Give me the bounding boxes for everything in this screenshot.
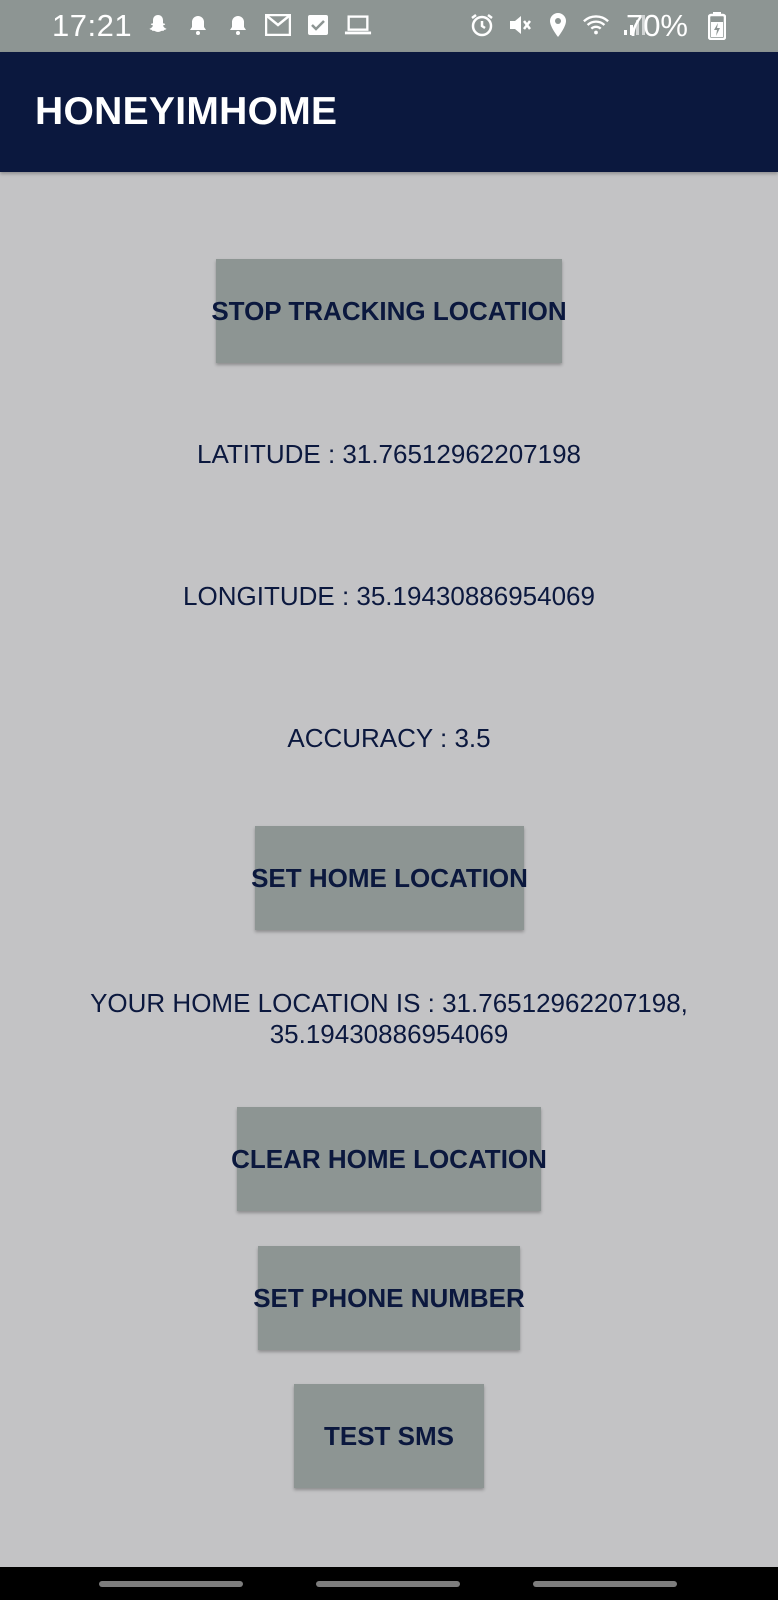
status-bar: 17:21 70% [0, 0, 778, 52]
alarm-bell-icon [224, 10, 252, 40]
app-title: HONEYIMHOME [35, 90, 338, 133]
alarm-clock-icon [468, 10, 496, 40]
home-location-line1: YOUR HOME LOCATION IS : 31.7651296220719… [90, 988, 688, 1018]
alarm-bell-icon [184, 10, 212, 40]
notification-icons [144, 10, 372, 40]
wifi-icon [582, 10, 610, 40]
set-home-location-button[interactable]: SET HOME LOCATION [251, 826, 528, 930]
battery-percent: 70% [625, 8, 688, 43]
nav-back-button[interactable] [533, 1581, 677, 1587]
accuracy-text: ACCURACY : 3.5 [287, 723, 491, 753]
home-location-text: YOUR HOME LOCATION IS : 31.7651296220719… [0, 988, 778, 1050]
snapchat-icon [144, 10, 172, 40]
status-time: 17:21 [52, 8, 133, 43]
latitude-text: LATITUDE : 31.76512962207198 [196, 439, 581, 469]
stop-tracking-button[interactable]: STOP TRACKING LOCATION [211, 259, 567, 363]
clear-home-location-button[interactable]: CLEAR HOME LOCATION [231, 1107, 547, 1211]
laptop-icon [344, 10, 372, 40]
home-location-line2: 35.19430886954069 [269, 1019, 509, 1049]
set-phone-number-button[interactable]: SET PHONE NUMBER [253, 1246, 525, 1350]
system-icons [468, 10, 648, 40]
gmail-icon [264, 10, 292, 40]
location-pin-icon [544, 10, 572, 40]
nav-recents-button[interactable] [99, 1581, 243, 1587]
checkbox-icon [304, 10, 332, 40]
nav-home-button[interactable] [316, 1581, 460, 1587]
battery-charging-icon [707, 12, 727, 45]
navigation-bar [0, 1567, 778, 1600]
mute-icon [506, 10, 534, 40]
longitude-text: LONGITUDE : 35.19430886954069 [183, 581, 595, 611]
app-bar: HONEYIMHOME [0, 52, 778, 172]
test-sms-button[interactable]: TEST SMS [294, 1384, 484, 1488]
